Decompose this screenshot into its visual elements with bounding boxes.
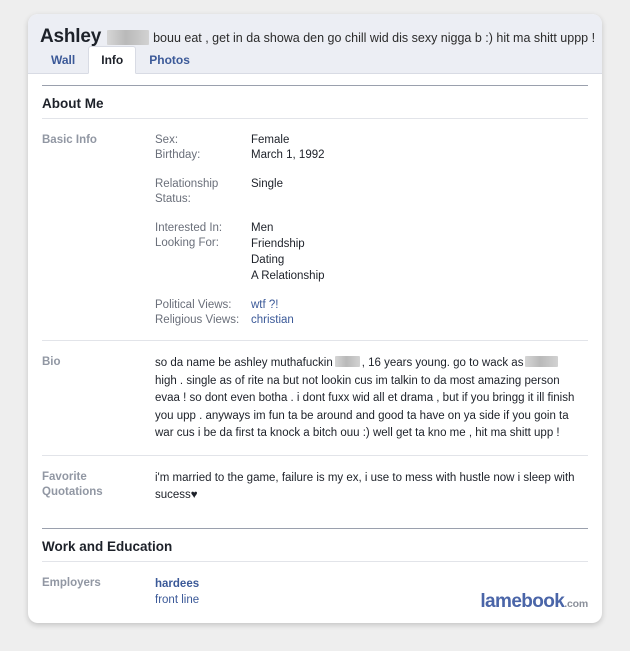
field-sex-label: Sex: bbox=[155, 134, 179, 146]
field-religious-views: Religious Views: christian bbox=[155, 313, 588, 328]
field-looking-for: Looking For: Friendship Dating A Relatio… bbox=[155, 236, 588, 284]
profile-name: Ashley bbox=[40, 28, 102, 47]
looking-for-item-dating: Dating bbox=[251, 254, 285, 266]
profile-content: About Me Basic Info Sex: Female Birthday… bbox=[28, 85, 602, 620]
favorite-quotations-text: i'm married to the game, failure is my e… bbox=[155, 470, 575, 505]
field-religious-views-label: Religious Views: bbox=[155, 314, 240, 326]
field-relationship-status-value: Single bbox=[251, 178, 283, 190]
field-interested-in: Interested In: Men bbox=[155, 221, 588, 236]
row-label-basic-info: Basic Info bbox=[42, 134, 97, 146]
field-political-views-label: Political Views: bbox=[155, 299, 232, 311]
row-bio: Bio so da name be ashley muthafuckin , 16… bbox=[42, 340, 588, 455]
field-political-views: Political Views: wtf ?! bbox=[155, 298, 588, 313]
heart-icon: ♥ bbox=[190, 489, 198, 501]
field-sex-value: Female bbox=[251, 134, 290, 146]
redacted-bio-block-2 bbox=[525, 356, 559, 367]
row-label-favorite-quotations-line2: Quotations bbox=[42, 485, 103, 498]
bio-part-1: so da name be ashley muthafuckin bbox=[155, 357, 333, 369]
field-birthday-value: March 1, 1992 bbox=[251, 149, 325, 161]
row-basic-info: Basic Info Sex: Female Birthday: March 1… bbox=[42, 119, 588, 340]
field-political-views-value[interactable]: wtf ?! bbox=[251, 299, 278, 311]
field-birthday-label: Birthday: bbox=[155, 149, 201, 161]
row-label-bio: Bio bbox=[42, 356, 61, 368]
watermark-sub: .com bbox=[564, 598, 588, 610]
basic-info-fields: Sex: Female Birthday: March 1, 1992 Rela… bbox=[155, 133, 588, 328]
field-relationship-status: Relationship Status: Single bbox=[155, 177, 588, 207]
field-relationship-status-label: Relationship Status: bbox=[155, 178, 219, 205]
field-sex: Sex: Female bbox=[155, 133, 588, 148]
field-religious-views-value[interactable]: christian bbox=[251, 314, 294, 326]
employer-name[interactable]: hardees bbox=[155, 576, 588, 592]
quote-body: i'm married to the game, failure is my e… bbox=[155, 471, 575, 502]
profile-card: Ashley bouu eat , get in da showa den go … bbox=[28, 14, 602, 623]
row-favorite-quotations: Favorite Quotations i'm married to the g… bbox=[42, 454, 588, 517]
row-label-favorite-quotations: Favorite Quotations bbox=[42, 470, 155, 505]
field-birthday: Birthday: March 1, 1992 bbox=[155, 148, 588, 163]
tab-photos[interactable]: Photos bbox=[136, 47, 203, 73]
looking-for-item-friendship: Friendship bbox=[251, 238, 305, 250]
field-looking-for-value: Friendship Dating A Relationship bbox=[251, 236, 588, 284]
lamebook-watermark: lamebook.com bbox=[480, 592, 588, 611]
looking-for-item-relationship: A Relationship bbox=[251, 270, 325, 282]
row-label-employers: Employers bbox=[42, 576, 101, 589]
field-interested-in-label: Interested In: bbox=[155, 222, 223, 234]
tab-info[interactable]: Info bbox=[88, 46, 137, 74]
bio-text: so da name be ashley muthafuckin , 16 yea… bbox=[155, 355, 575, 443]
field-interested-in-value: Men bbox=[251, 222, 274, 234]
bio-part-2: , 16 years young. go to wack as bbox=[361, 357, 524, 369]
status-text: bouu eat , get in da showa den go chill … bbox=[153, 31, 596, 45]
section-title-work-education: Work and Education bbox=[42, 527, 588, 562]
profile-header: Ashley bouu eat , get in da showa den go … bbox=[28, 14, 602, 74]
redacted-bio-block-1 bbox=[334, 356, 360, 367]
profile-tabs: Wall Info Photos bbox=[38, 46, 203, 74]
field-looking-for-label: Looking For: bbox=[155, 237, 219, 249]
section-title-about-me: About Me bbox=[42, 85, 588, 119]
tab-wall[interactable]: Wall bbox=[38, 47, 88, 73]
row-label-favorite-quotations-line1: Favorite bbox=[42, 470, 87, 483]
bio-part-4: single as of rite na but not lookin cus … bbox=[155, 374, 575, 440]
bio-part-3: high . bbox=[155, 374, 184, 387]
watermark-main: lamebook bbox=[480, 591, 565, 612]
redacted-lastname-block bbox=[107, 30, 150, 45]
